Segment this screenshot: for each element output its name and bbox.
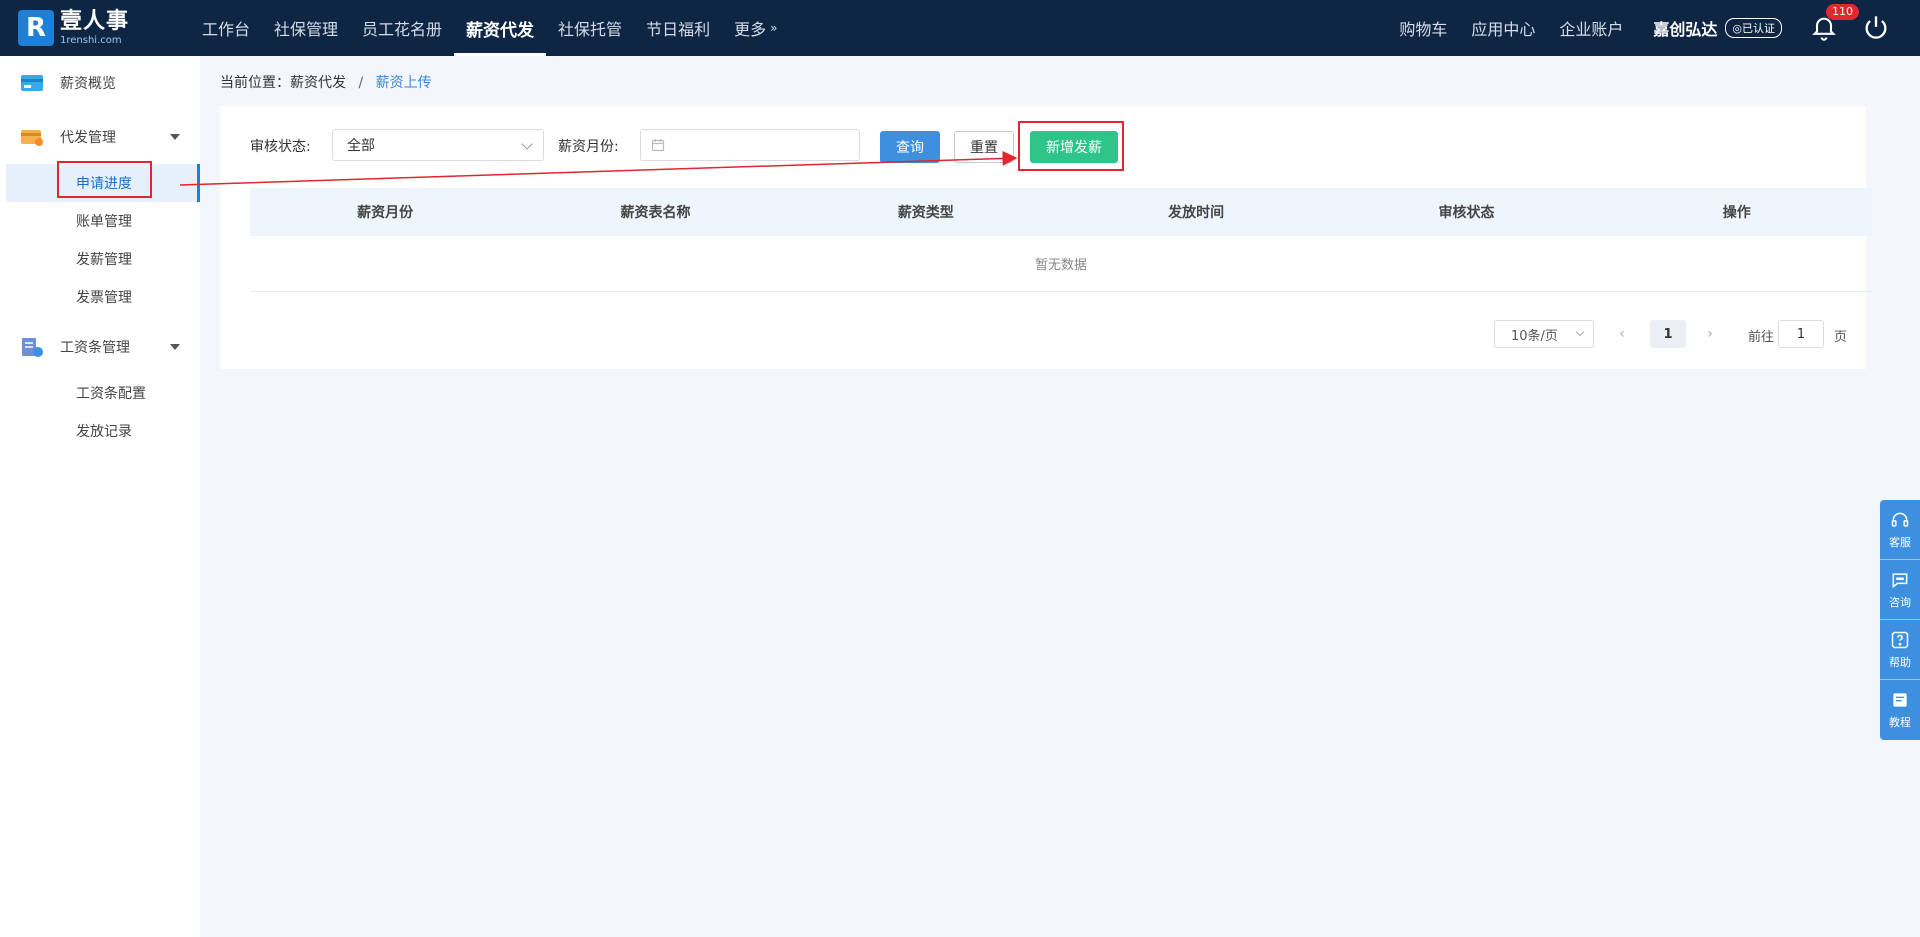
goto-label: 前往 — [1748, 330, 1775, 345]
company-name[interactable]: 嘉创弘达 — [1653, 16, 1717, 40]
breadcrumb-current[interactable]: 薪资上传 — [376, 75, 432, 91]
breadcrumb-prefix: 当前位置：薪资代发 — [220, 75, 346, 91]
main-nav: 工作台 社保管理 员工花名册 薪资代发 社保托管 节日福利 更多 » — [190, 0, 789, 56]
logout-button[interactable] — [1862, 14, 1890, 42]
sidebar-item-payroll-management[interactable]: 发薪管理 — [0, 240, 200, 278]
brand-name: 壹人事 — [60, 8, 130, 34]
breadcrumb-separator: / — [358, 75, 364, 91]
app-center-link[interactable]: 应用中心 — [1471, 16, 1535, 40]
status-select[interactable]: 全部 — [332, 129, 544, 161]
column-header: 薪资月份 — [357, 205, 414, 221]
float-item-label: 客服 — [1889, 535, 1911, 549]
sidebar-group-daifa[interactable]: 代发管理 — [0, 110, 200, 164]
nav-social-hosting[interactable]: 社保托管 — [546, 0, 634, 56]
help-button[interactable]: 帮助 — [1880, 620, 1920, 680]
column-header: 薪资表名称 — [620, 205, 691, 221]
sidebar-item-payslip-config[interactable]: 工资条配置 — [0, 374, 200, 412]
nav-payroll[interactable]: 薪资代发 — [454, 0, 547, 56]
page-size-select[interactable]: 10条/页 — [1494, 320, 1594, 348]
wallet-card-icon — [21, 75, 43, 91]
status-select-value: 全部 — [347, 138, 375, 154]
brand-logo[interactable]: R 壹人事 1renshi.com — [18, 10, 168, 46]
payslip-icon — [22, 338, 43, 357]
nav-social-security[interactable]: 社保管理 — [262, 0, 350, 56]
top-bar: R 壹人事 1renshi.com 工作台 社保管理 员工花名册 薪资代发 社保… — [0, 0, 1920, 56]
sidebar-item-bill-management[interactable]: 账单管理 — [0, 202, 200, 240]
calendar-icon — [651, 139, 665, 152]
power-icon — [1865, 16, 1887, 39]
float-item-label: 咨询 — [1889, 595, 1911, 609]
document-icon — [1893, 693, 1907, 707]
brand-domain: 1renshi.com — [60, 34, 122, 46]
chevron-down-icon — [521, 138, 533, 150]
main-card: 审核状态: 全部 薪资月份: 查询 重置 新增发薪 薪资月份 薪资表名称 薪资类… — [220, 106, 1872, 369]
column-header: 操作 — [1722, 205, 1751, 221]
add-payroll-button[interactable]: 新增发薪 — [1030, 131, 1118, 163]
status-filter-label: 审核状态: — [250, 139, 311, 155]
column-header: 发放时间 — [1168, 205, 1225, 221]
floating-support-panel: 客服 咨询 帮助 教程 — [1880, 500, 1920, 740]
sidebar-item-application-progress[interactable]: 申请进度 — [6, 164, 200, 202]
column-header: 薪资类型 — [897, 205, 954, 221]
sidebar-item-overview[interactable]: 薪资概览 — [0, 56, 200, 110]
sidebar-item-distribution-records[interactable]: 发放记录 — [0, 412, 200, 450]
card-payment-icon — [21, 130, 43, 146]
cart-link[interactable]: 购物车 — [1399, 16, 1447, 40]
sidebar: 薪资概览 代发管理 申请进度 账单管理 发薪管理 发票管理 工资条管理 工资条配… — [0, 56, 200, 937]
table-empty-state: 暂无数据 — [250, 236, 1872, 292]
month-filter-label: 薪资月份: — [558, 139, 619, 155]
logo-mark-icon: R — [18, 10, 54, 46]
column-header: 审核状态 — [1438, 205, 1495, 221]
month-date-picker[interactable] — [640, 129, 860, 161]
chat-bubble-icon — [1892, 572, 1908, 588]
prev-page-button[interactable]: ‹ — [1612, 320, 1632, 348]
page-size-value: 10条/页 — [1511, 328, 1558, 344]
sidebar-group-label: 工资条管理 — [60, 340, 130, 356]
float-item-label: 帮助 — [1889, 655, 1911, 669]
tutorial-button[interactable]: 教程 — [1880, 680, 1920, 740]
next-page-button[interactable]: › — [1700, 320, 1720, 348]
notification-count-badge: 110 — [1826, 4, 1859, 20]
nav-more[interactable]: 更多 » — [722, 0, 789, 56]
nav-more-label: 更多 — [734, 20, 767, 39]
page-suffix-label: 页 — [1834, 330, 1848, 345]
reset-button[interactable]: 重置 — [954, 131, 1014, 163]
sidebar-group-label: 代发管理 — [60, 130, 116, 146]
sidebar-item-label: 薪资概览 — [60, 76, 116, 92]
caret-down-icon — [170, 344, 180, 350]
sidebar-group-payslip[interactable]: 工资条管理 — [0, 320, 200, 374]
top-right-area: 购物车 应用中心 企业账户 嘉创弘达 ◎已认证 110 — [1399, 0, 1920, 56]
caret-down-icon — [170, 134, 180, 140]
consult-button[interactable]: 咨询 — [1880, 560, 1920, 620]
page-number-current[interactable]: 1 — [1650, 320, 1686, 348]
customer-service-button[interactable]: 客服 — [1880, 500, 1920, 560]
table-header: 薪资月份 薪资表名称 薪资类型 发放时间 审核状态 操作 — [250, 188, 1872, 236]
sidebar-item-invoice-management[interactable]: 发票管理 — [0, 278, 200, 316]
headset-icon — [1891, 512, 1909, 527]
nav-employee-roster[interactable]: 员工花名册 — [350, 0, 454, 56]
breadcrumb: 当前位置：薪资代发 / 薪资上传 — [220, 72, 432, 92]
verified-badge: ◎已认证 — [1725, 18, 1782, 38]
query-button[interactable]: 查询 — [880, 131, 940, 163]
enterprise-account-link[interactable]: 企业账户 — [1559, 16, 1623, 40]
goto-page-input[interactable]: 1 — [1778, 320, 1824, 348]
nav-workbench[interactable]: 工作台 — [190, 0, 262, 56]
chevron-down-icon — [1575, 327, 1585, 337]
float-item-label: 教程 — [1889, 716, 1911, 729]
nav-holiday-benefits[interactable]: 节日福利 — [634, 0, 722, 56]
question-mark-icon — [1891, 631, 1909, 648]
double-chevron-right-icon: » — [770, 21, 778, 35]
notification-bell[interactable]: 110 — [1810, 4, 1859, 42]
